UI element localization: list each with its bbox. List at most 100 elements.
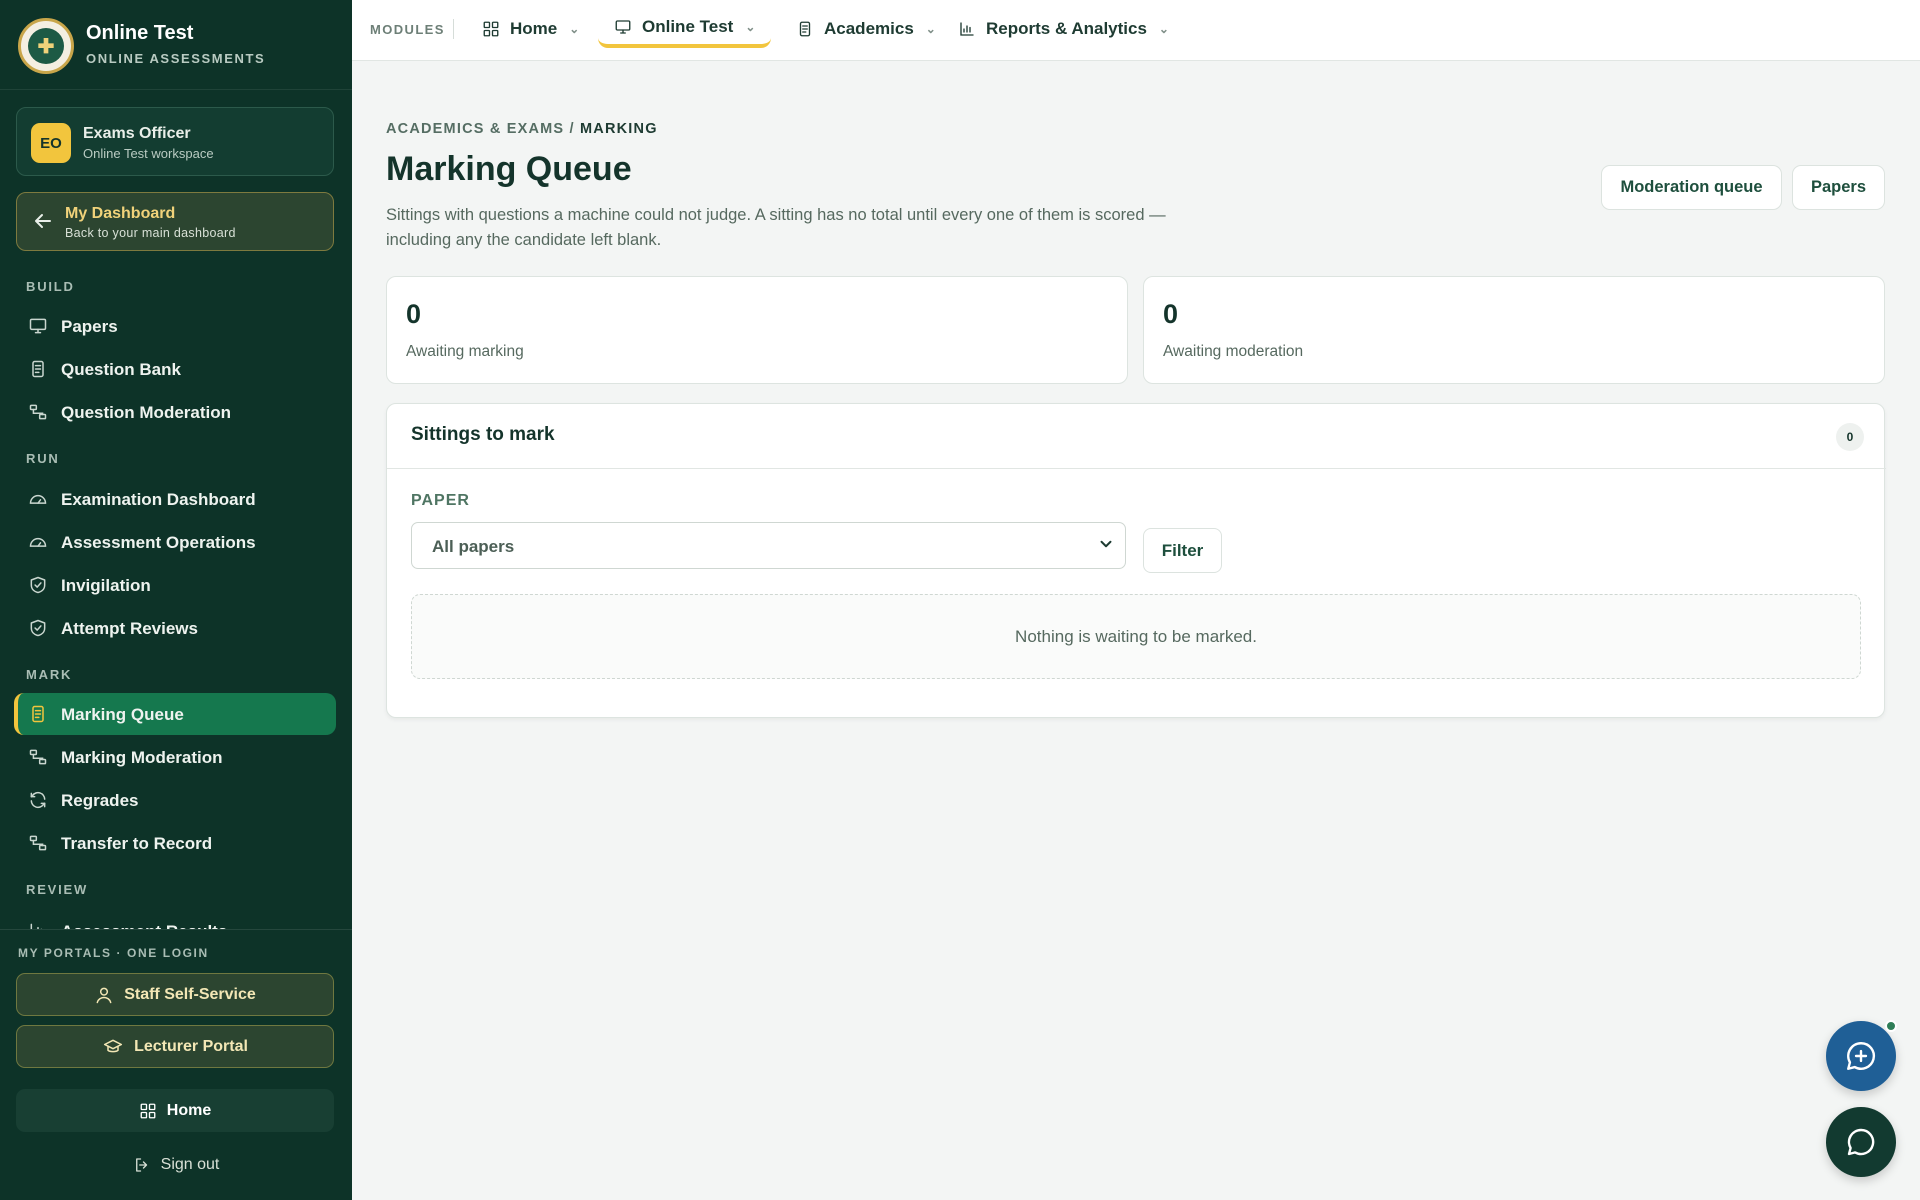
chevron-down-icon: ⌄: [745, 20, 756, 34]
sidebar-item-transfer-to-record[interactable]: Transfer to Record: [14, 822, 336, 864]
stat-label: Awaiting moderation: [1163, 343, 1304, 360]
dashboard-link-subtitle: Back to your main dashboard: [65, 226, 236, 240]
chevron-down-icon: ⌄: [569, 22, 580, 36]
stat-card-awaiting-marking: 0 Awaiting marking: [386, 276, 1128, 384]
grid-icon: [140, 1103, 156, 1118]
page-title: Marking Queue: [386, 150, 632, 188]
sidebar-item-label: Marking Queue: [61, 705, 184, 724]
panel-header: Sittings to mark 0: [387, 404, 1886, 469]
sign-out-label: Sign out: [160, 1156, 220, 1173]
modules-label: MODULES: [370, 22, 445, 37]
sidebar-item-assessment-results[interactable]: Assessment Results: [14, 910, 336, 930]
workflow-icon: [29, 835, 47, 851]
arrow-left-icon: [35, 214, 51, 228]
sidebar-item-marking-moderation[interactable]: Marking Moderation: [14, 736, 336, 778]
sidebar-item-label: Question Bank: [61, 360, 181, 379]
user-workspace: Online Test workspace: [83, 146, 214, 161]
sidebar-item-label: Assessment Operations: [61, 533, 256, 552]
sidebar-item-label: Examination Dashboard: [61, 490, 256, 509]
nav-section-build: BUILD: [26, 279, 75, 294]
workflow-icon: [29, 749, 47, 765]
sparkle-chat-icon: [1847, 1042, 1876, 1070]
paper-select-value: All papers: [432, 537, 515, 556]
crest-icon: ✚: [28, 28, 64, 64]
staff-self-service-button[interactable]: Staff Self-Service: [16, 973, 334, 1016]
sidebar-item-attempt-reviews[interactable]: Attempt Reviews: [14, 607, 336, 649]
lecturer-portal-button[interactable]: Lecturer Portal: [16, 1025, 334, 1068]
sidebar-item-label: Papers: [61, 317, 118, 336]
breadcrumb: ACADEMICS & EXAMS / MARKING: [386, 121, 658, 137]
my-dashboard-link[interactable]: My Dashboard Back to your main dashboard: [16, 192, 334, 251]
lecturer-portal-label: Lecturer Portal: [134, 1037, 248, 1055]
sidebar-item-label: Attempt Reviews: [61, 619, 198, 638]
sidebar-item-invigilation[interactable]: Invigilation: [14, 564, 336, 606]
brand-title: Online Test: [86, 22, 194, 44]
user-name: Exams Officer: [83, 125, 191, 142]
sidebar-item-examination-dashboard[interactable]: Examination Dashboard: [14, 478, 336, 520]
staff-self-service-label: Staff Self-Service: [124, 985, 256, 1003]
tab-online-test-label: Online Test: [642, 17, 734, 36]
monitor-icon: [615, 20, 631, 34]
sidebar-item-question-bank[interactable]: Question Bank: [14, 348, 336, 390]
sidebar: ✚ Online Test ONLINE ASSESSMENTS EO Exam…: [0, 0, 352, 1200]
nav-section-mark: MARK: [26, 667, 73, 682]
user-icon: [96, 987, 112, 1003]
top-navigation: MODULES Home ⌄ Online Test ⌄ Academics ⌄…: [352, 0, 1920, 61]
chat-button[interactable]: [1826, 1107, 1896, 1177]
breadcrumb-current: MARKING: [580, 121, 658, 137]
refresh-icon: [30, 791, 46, 809]
shield-check-icon: [30, 576, 46, 594]
empty-state: Nothing is waiting to be marked.: [411, 594, 1861, 679]
chevron-down-icon: ⌄: [925, 22, 936, 36]
filter-button[interactable]: Filter: [1143, 528, 1222, 573]
paper-select[interactable]: All papers: [411, 522, 1126, 569]
chat-bubble-icon: [1847, 1128, 1875, 1156]
bar-chart-icon: [960, 22, 974, 36]
graduation-cap-icon: [104, 1039, 123, 1052]
tab-reports-label: Reports & Analytics: [986, 19, 1147, 38]
tab-online-test[interactable]: Online Test ⌄: [598, 10, 772, 48]
count-badge: 0: [1836, 423, 1864, 451]
clipboard-icon: [799, 21, 811, 37]
sidebar-item-marking-queue[interactable]: Marking Queue: [14, 693, 336, 735]
sidebar-item-assessment-operations[interactable]: Assessment Operations: [14, 521, 336, 563]
breadcrumb-parent[interactable]: ACADEMICS & EXAMS: [386, 121, 564, 137]
stat-value: 0: [1163, 299, 1179, 329]
user-card[interactable]: EO Exams Officer Online Test workspace: [16, 107, 334, 176]
sidebar-scroll-clip: Assessment Results: [0, 910, 352, 930]
tab-academics[interactable]: Academics ⌄: [780, 10, 952, 48]
stat-label: Awaiting marking: [406, 343, 524, 360]
sidebar-item-papers[interactable]: Papers: [14, 305, 336, 347]
moderation-queue-button[interactable]: Moderation queue: [1601, 165, 1782, 210]
shield-check-icon: [30, 619, 46, 637]
monitor-icon: [29, 318, 47, 334]
sidebar-home-button[interactable]: Home: [16, 1089, 334, 1132]
nav-section-run: RUN: [26, 451, 60, 466]
assistant-button[interactable]: [1826, 1021, 1896, 1091]
portals-label: MY PORTALS · ONE LOGIN: [18, 946, 209, 960]
gauge-icon: [29, 494, 47, 504]
tab-home[interactable]: Home ⌄: [466, 10, 595, 48]
workflow-icon: [29, 404, 47, 420]
sidebar-item-question-moderation[interactable]: Question Moderation: [14, 391, 336, 433]
tab-academics-label: Academics: [824, 19, 914, 38]
empty-state-message: Nothing is waiting to be marked.: [1015, 626, 1257, 646]
modules-divider: [453, 19, 454, 39]
sign-out-icon: [135, 1158, 147, 1172]
sidebar-item-label: Invigilation: [61, 576, 151, 595]
sidebar-item-label: Regrades: [61, 791, 139, 810]
sidebar-item-regrades[interactable]: Regrades: [14, 779, 336, 821]
sittings-panel: Sittings to mark 0 PAPER All papers Filt…: [386, 403, 1886, 718]
sign-out-link[interactable]: Sign out: [0, 1153, 352, 1177]
papers-button[interactable]: Papers: [1792, 165, 1885, 210]
stat-card-awaiting-moderation: 0 Awaiting moderation: [1143, 276, 1885, 384]
breadcrumb-separator: /: [564, 121, 580, 137]
sidebar-item-label: Transfer to Record: [61, 834, 213, 853]
stat-value: 0: [406, 299, 422, 329]
tab-reports-analytics[interactable]: Reports & Analytics ⌄: [942, 10, 1185, 48]
page-description: Sittings with questions a machine could …: [386, 206, 1166, 249]
online-status-dot: [1885, 1020, 1897, 1032]
chevron-down-icon: [1100, 540, 1112, 548]
nav-section-review: REVIEW: [26, 882, 89, 897]
brand-logo[interactable]: ✚: [18, 18, 74, 74]
